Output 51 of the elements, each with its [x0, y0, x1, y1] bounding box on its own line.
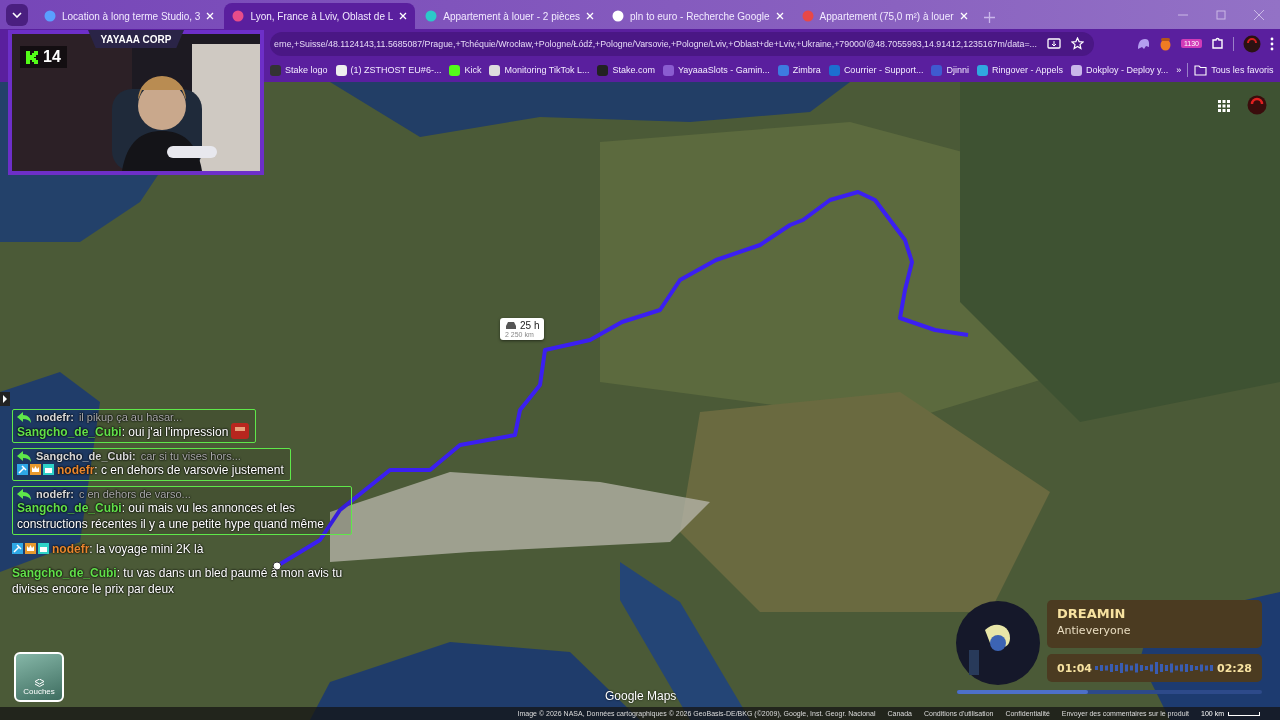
site-icon: [44, 10, 56, 22]
site-icon: [597, 64, 609, 76]
site-icon: [232, 10, 245, 22]
caret-icon[interactable]: [12, 12, 22, 18]
bookmark[interactable]: Stake logo: [270, 64, 328, 76]
bookmark[interactable]: Kick: [449, 64, 482, 76]
bookmark[interactable]: (1) ZSTHOST EU#6-...: [335, 64, 442, 76]
site-icon: [449, 64, 461, 76]
browser-tab[interactable]: Location à long terme Studio, 3: [36, 3, 223, 29]
browser-tab[interactable]: Lyon, France à Lviv, Oblast de L: [224, 3, 416, 29]
tab-title: Location à long terme Studio, 3: [62, 10, 201, 22]
url-text: erne,+Suisse/48.1124143,11.5685087/Prague,+Tchéquie/Wrocław,+Pologne/Łódź,+Pologne/Varsovie,+Pologne/Lviv,+Oblast+de+Lviv,+Ukraine,+79000/@48.7055993,14.91412,1235167m/data=...: [274, 38, 1037, 49]
tab-title: Appartement à louer - 2 pièces: [443, 10, 581, 22]
bookmark[interactable]: Monitoring TikTok L...: [489, 64, 590, 76]
browser-tab[interactable]: pln to euro - Recherche Google: [604, 3, 792, 29]
bookmark[interactable]: Ringover - Appels: [976, 64, 1063, 76]
tab-title: Appartement (75,0 m²) à louer: [819, 10, 954, 22]
site-icon: [425, 10, 438, 22]
star-icon[interactable]: [1070, 37, 1084, 50]
site-icon: [270, 64, 281, 76]
bookmark[interactable]: Djinni: [931, 64, 969, 76]
site-icon: [976, 64, 988, 76]
site-icon: [489, 64, 501, 76]
bookmark[interactable]: Dokploy - Deploy y...: [1070, 64, 1169, 76]
site-icon: [612, 10, 625, 22]
site-icon: [828, 64, 840, 76]
tab-list-button[interactable]: [6, 4, 28, 26]
more-bookmarks-button[interactable]: »: [1176, 65, 1182, 75]
browser-tab[interactable]: Appartement (75,0 m²) à louer: [793, 3, 976, 29]
folder-icon: [1194, 64, 1208, 76]
tab-title: Lyon, France à Lviv, Oblast de L: [250, 10, 394, 22]
bookmark[interactable]: Courrier - Support...: [828, 64, 924, 76]
puzzle-icon[interactable]: [1211, 37, 1224, 50]
site-icon: [1070, 64, 1082, 76]
bookmark[interactable]: Tous les favoris: [1194, 64, 1274, 76]
site-icon: [335, 64, 347, 76]
tab-title: pln to euro - Recherche Google: [630, 10, 770, 22]
menu-icon[interactable]: [1270, 36, 1274, 51]
site-icon: [777, 64, 789, 76]
site-icon: [801, 10, 814, 22]
ghost-icon[interactable]: [1135, 37, 1150, 50]
avatar-icon[interactable]: [1243, 34, 1261, 53]
acorn-icon[interactable]: [1158, 36, 1172, 51]
install-icon[interactable]: [1046, 37, 1061, 50]
address-bar[interactable]: erne,+Suisse/48.1124143,11.5685087/Prague,+Tchéquie/Wrocław,+Pologne/Łódź,+Pologne/Varsovie,+Pologne/Lviv,+Oblast+de+Lviv,+Ukraine,+79000/@48.7055993,14.91412,1235167m/data=...: [270, 31, 1094, 56]
bookmark[interactable]: Stake.com: [597, 64, 655, 76]
bookmark[interactable]: Zimbra: [777, 64, 821, 76]
bookmark[interactable]: YayaaaSlots - Gamin...: [663, 64, 770, 76]
browser-tab[interactable]: Appartement à louer - 2 pièces: [417, 3, 603, 29]
site-icon: [663, 64, 674, 76]
site-icon: [931, 64, 943, 76]
